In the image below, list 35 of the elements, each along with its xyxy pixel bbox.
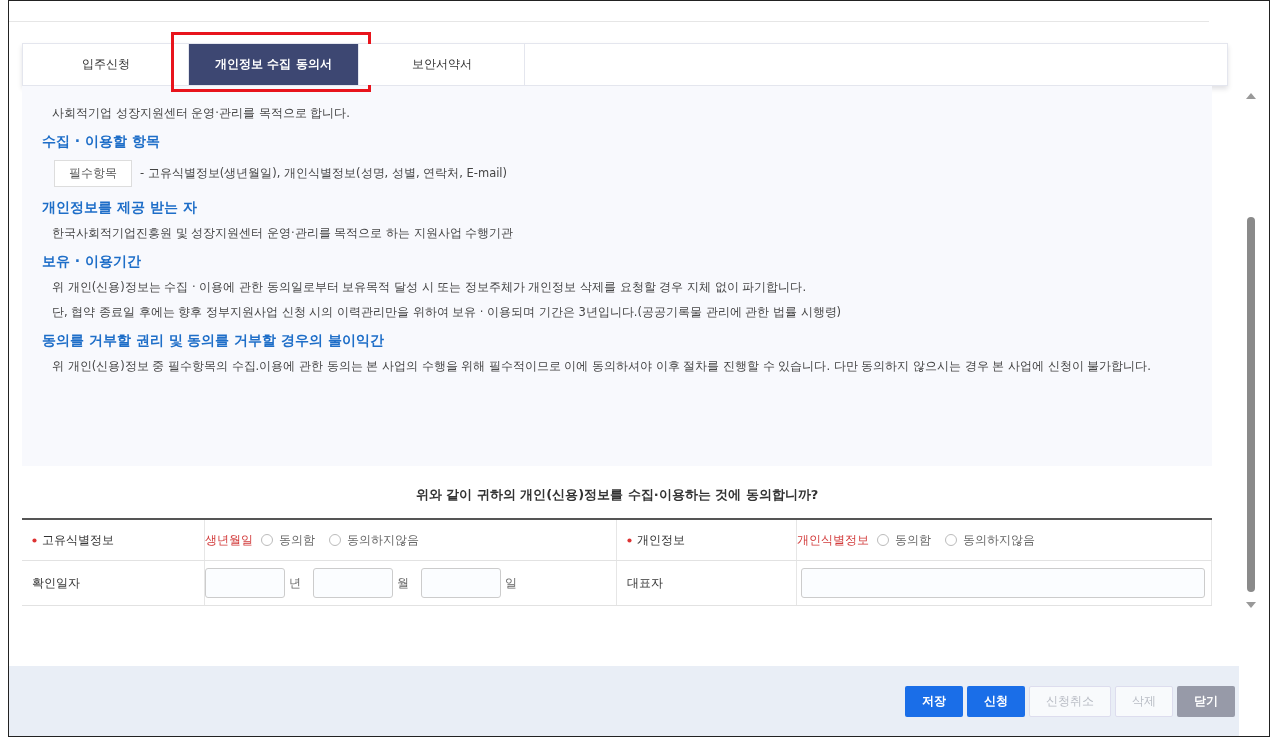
scroll-down-icon[interactable] bbox=[1246, 602, 1256, 608]
item-label: 생년월일 bbox=[205, 531, 253, 549]
action-button[interactable]: 저장 bbox=[905, 685, 963, 717]
input-field[interactable] bbox=[313, 568, 393, 598]
section-heading: 수집 · 이용할 항목 bbox=[42, 133, 161, 151]
unit-label: 월 bbox=[397, 574, 410, 592]
field-label: 고유식별정보 bbox=[42, 531, 114, 549]
section-heading: 개인정보를 제공 받는 자 bbox=[42, 199, 198, 217]
section-heading: 보유 · 이용기간 bbox=[42, 253, 143, 271]
tab[interactable]: 입주신청 bbox=[23, 44, 189, 85]
input-field[interactable] bbox=[205, 568, 285, 598]
field-label: 개인정보 bbox=[637, 531, 685, 549]
scroll-up-icon[interactable] bbox=[1246, 93, 1256, 99]
radio-option[interactable]: 동의하지않음 bbox=[945, 531, 1035, 549]
bullet-text: 단, 협약 종료일 후에는 향후 정부지원사업 신청 시의 이력관리만을 위하여 보유 · 이용되며 기간은 3년입니다.(공공기록물 관리에 관한 법률 시행령) bbox=[52, 305, 843, 320]
bullet-text: 사회적기업 성장지원센터 운영·관리를 목적으로 합니다. bbox=[52, 106, 351, 121]
unit-label: 일 bbox=[505, 574, 518, 592]
bullet-text: 위 개인(신용)정보는 수집 · 이용에 관한 동의일로부터 보유목적 달성 시 또는 정보주체가 개인정보 삭제를 요청할 경우 지체 없이 파기합니다. bbox=[52, 280, 808, 295]
radio-option[interactable]: 동의함 bbox=[877, 531, 931, 549]
action-button[interactable]: 신청 bbox=[967, 685, 1025, 717]
bullet-text: 위 개인(신용)정보 중 필수항목의 수집.이용에 관한 동의는 본 사업의 수행을 위해 필수적이므로 이에 동의하셔야 이후 절차를 진행할 수 있습니다. 다만 동의하지 않으시는 경우 본 사업에 신청이 불가합니다. bbox=[52, 359, 1152, 374]
input-field[interactable] bbox=[801, 568, 1205, 598]
question-text: 위와 같이 귀하의 개인(신용)정보를 수집·이용하는 것에 동의합니까? bbox=[414, 486, 820, 504]
tab[interactable]: 개인정보 수집 동의서 bbox=[189, 44, 359, 85]
radio-option[interactable]: 동의함 bbox=[261, 531, 315, 549]
radio-option[interactable]: 동의하지않음 bbox=[329, 531, 419, 549]
input-field[interactable] bbox=[421, 568, 501, 598]
item-label: 개인식별정보 bbox=[797, 531, 869, 549]
bullet-text: 한국사회적기업진흥원 및 성장지원센터 운영·관리를 목적으로 하는 지원사업 수행기관 bbox=[52, 226, 515, 241]
tab[interactable]: 보안서약서 bbox=[359, 44, 525, 85]
unit-label: 년 bbox=[289, 574, 302, 592]
item-text: - 고유식별정보(생년월일), 개인식별정보(성명, 성별, 연락처, E-mail) bbox=[140, 166, 508, 181]
section-heading: 동의를 거부할 권리 및 동의를 거부할 경우의 불이익간 bbox=[42, 332, 386, 350]
tag-label: 필수항목 bbox=[54, 160, 132, 187]
field-label: 대표자 bbox=[617, 561, 797, 605]
